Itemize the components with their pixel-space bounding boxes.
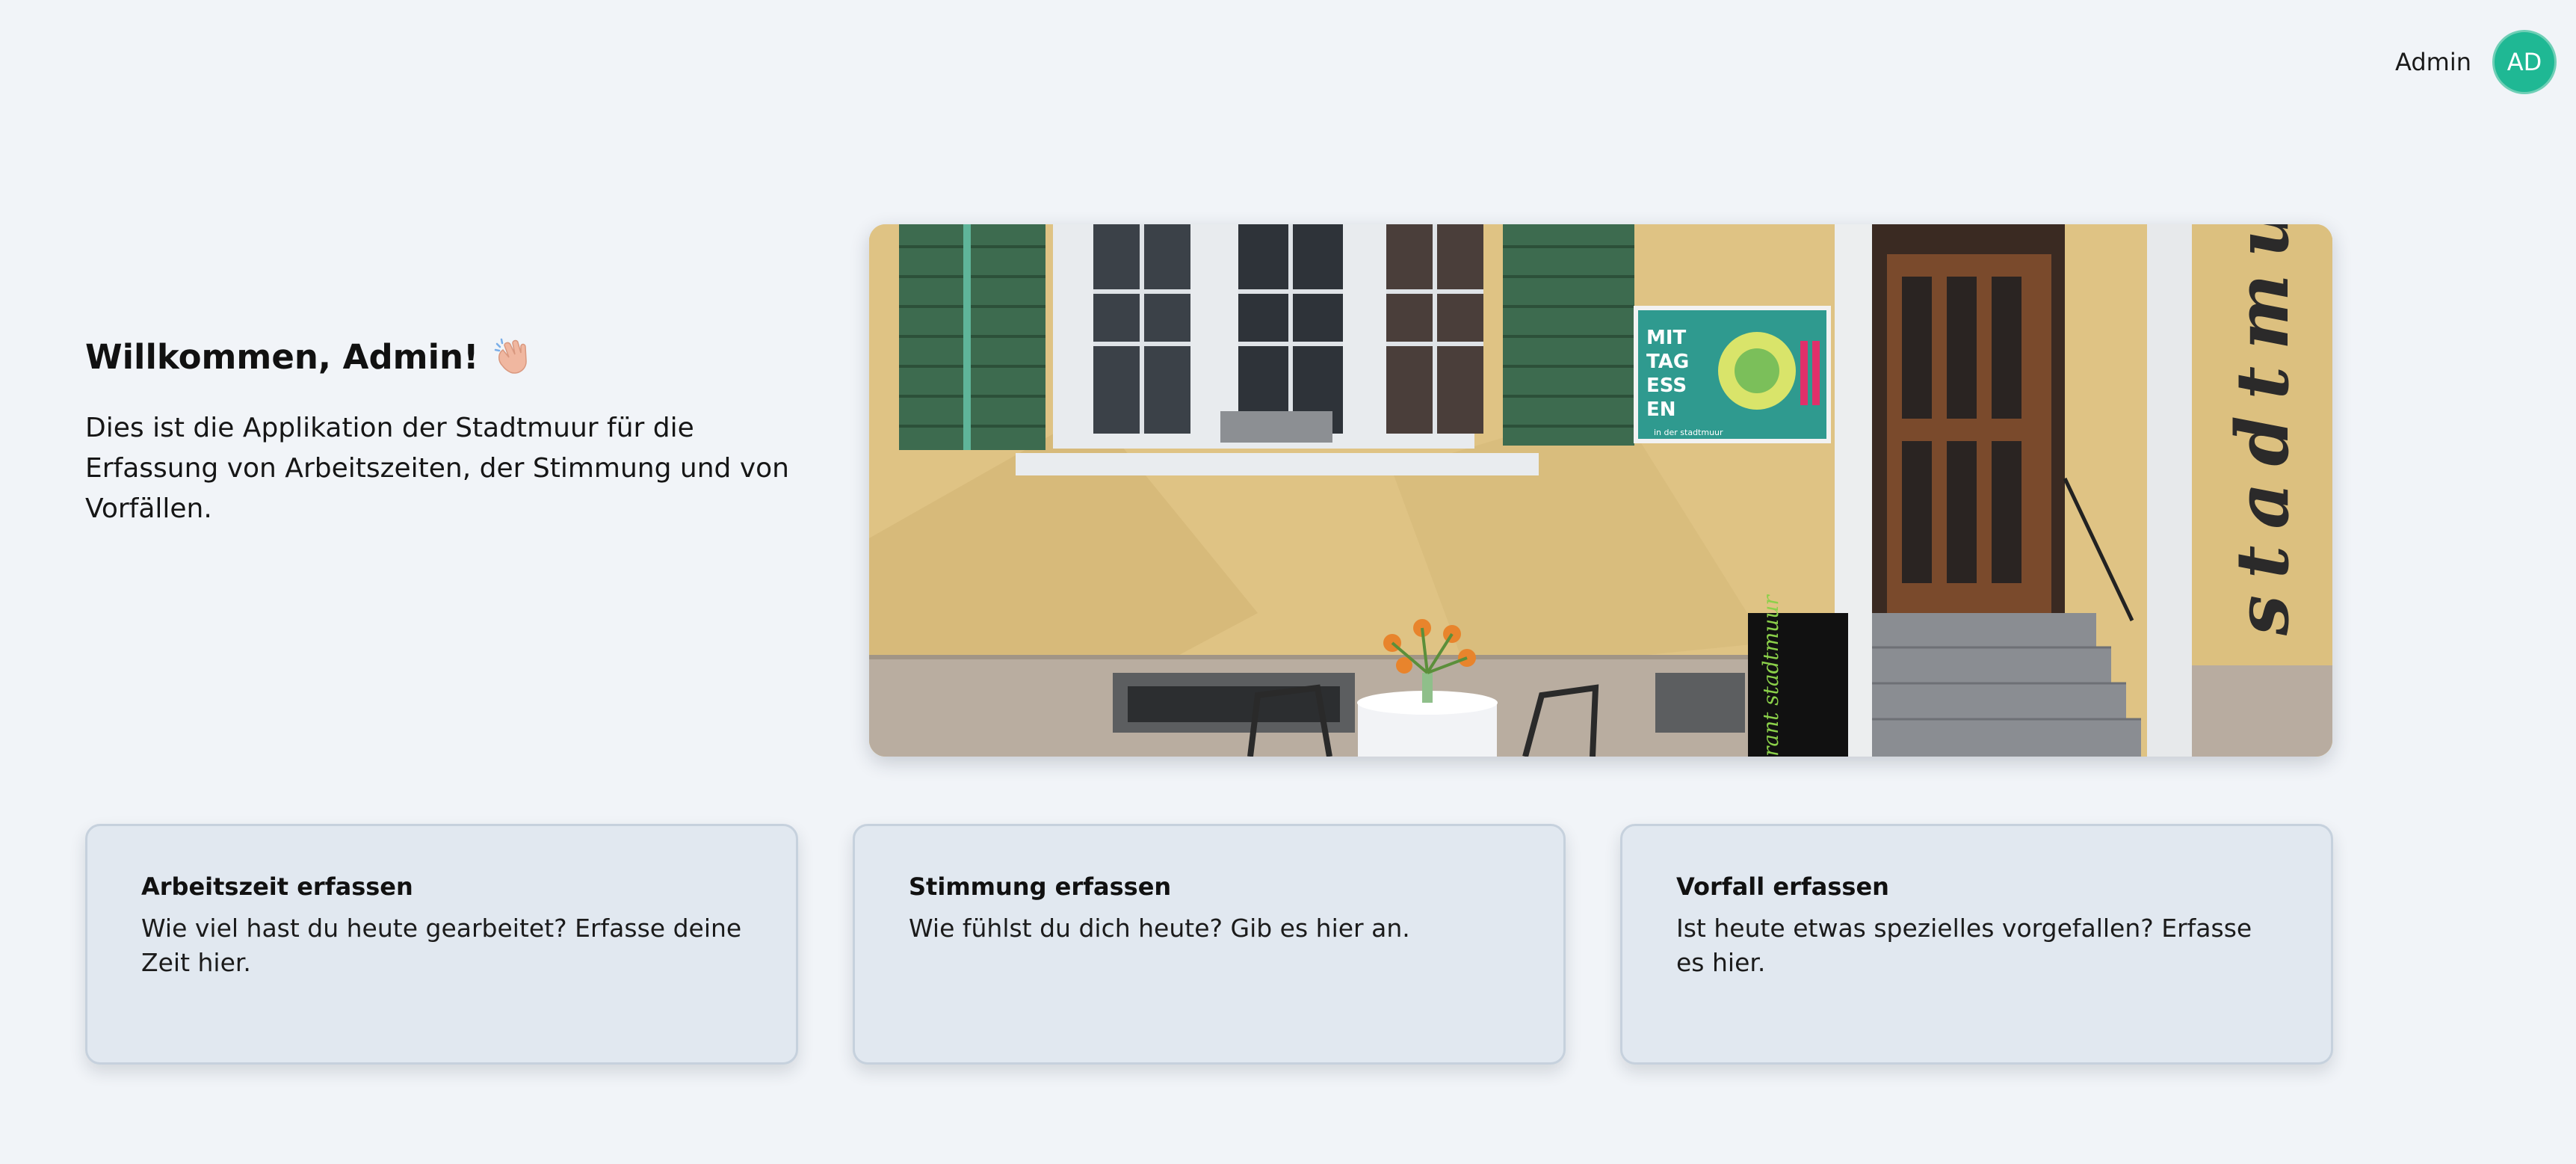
sign-text: rant stadtmuur: [1758, 594, 1783, 757]
banner-line-2: TAG: [1646, 351, 1689, 373]
card-title: Arbeitszeit erfassen: [141, 872, 413, 901]
card-description: Wie fühlst du dich heute? Gib es hier an…: [909, 914, 1410, 943]
facade-text: stadtmuur: [2220, 224, 2305, 636]
welcome-title-text: Willkommen, Admin!: [85, 336, 479, 377]
card-vorfall[interactable]: Vorfall erfassen Ist heute etwas speziel…: [1620, 824, 2333, 1065]
banner-subtext: in der stadtmuur: [1654, 428, 1723, 437]
card-title: Vorfall erfassen: [1676, 872, 1889, 901]
card-title: Stimmung erfassen: [909, 872, 1172, 901]
user-name: Admin: [2395, 48, 2471, 76]
banner-line-1: MIT: [1646, 327, 1687, 349]
hero-image: MIT TAG ESS EN in der stadtmuur stadtmuu…: [869, 224, 2332, 757]
user-menu[interactable]: Admin AD: [2395, 30, 2557, 94]
banner-line-3: ESS: [1646, 375, 1687, 397]
card-description: Ist heute etwas spezielles vorgefallen? …: [1676, 914, 2252, 977]
avatar[interactable]: AD: [2492, 30, 2557, 94]
card-stimmung[interactable]: Stimmung erfassen Wie fühlst du dich heu…: [853, 824, 1566, 1065]
card-description: Wie viel hast du heute gearbeitet? Erfas…: [141, 914, 742, 977]
welcome-section: Willkommen, Admin! Dies ist die Applikat…: [85, 336, 803, 529]
waving-hand-icon: [492, 336, 533, 377]
card-arbeitszeit[interactable]: Arbeitszeit erfassen Wie viel hast du he…: [85, 824, 798, 1065]
page-title: Willkommen, Admin!: [85, 336, 803, 377]
welcome-description: Dies ist die Applikation der Stadtmuur f…: [85, 413, 789, 524]
banner-line-4: EN: [1646, 398, 1676, 421]
